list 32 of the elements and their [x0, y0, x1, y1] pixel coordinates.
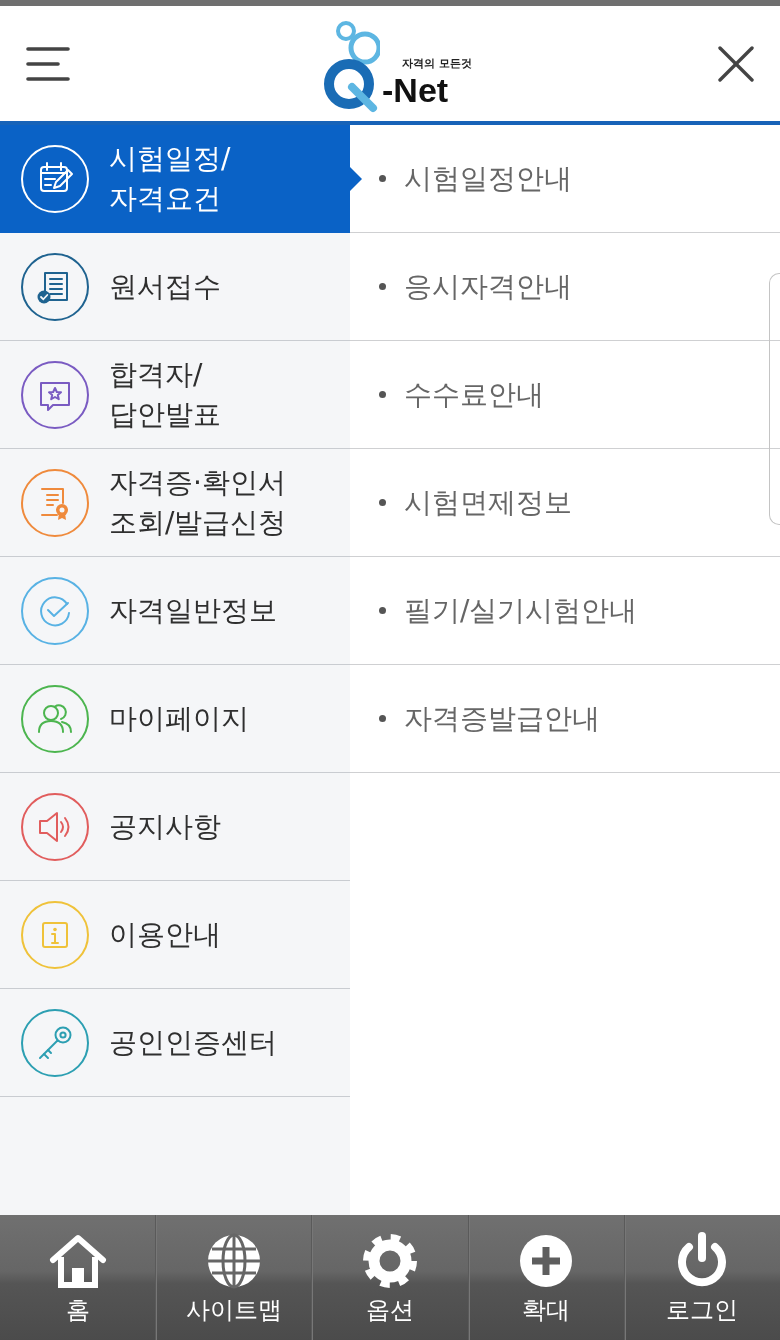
- menu-item[interactable]: 공지사항: [0, 773, 350, 880]
- bullet-icon: [379, 175, 386, 182]
- logo-wordmark: -Net: [382, 72, 449, 108]
- submenu-link[interactable]: 필기/실기시험안내: [379, 591, 638, 630]
- menu-item[interactable]: 자격일반정보: [0, 557, 350, 664]
- nav-button[interactable]: 확대: [467, 1215, 624, 1340]
- menu-item[interactable]: 자격증·확인서 조회/발급신청: [0, 449, 350, 556]
- submenu-link[interactable]: 수수료안내: [379, 375, 544, 414]
- nav-button[interactable]: 로그인: [623, 1215, 780, 1340]
- menu-item[interactable]: 원서접수: [0, 233, 350, 340]
- nav-button[interactable]: 옵션: [311, 1215, 468, 1340]
- bullet-icon: [379, 391, 386, 398]
- bullet-icon: [379, 715, 386, 722]
- submenu-link[interactable]: 자격증발급안내: [379, 699, 600, 738]
- logo-tagline: 자격의 모든것: [402, 57, 472, 70]
- bullet-icon: [379, 607, 386, 614]
- bullet-icon: [379, 499, 386, 506]
- menu-item[interactable]: 시험일정/ 자격요건: [0, 125, 350, 232]
- close-icon[interactable]: [718, 45, 754, 82]
- menu-item[interactable]: 공인인증센터: [0, 989, 350, 1096]
- menu-item[interactable]: 이용안내: [0, 881, 350, 988]
- submenu-link[interactable]: 응시자격안내: [379, 267, 572, 306]
- logo-icon: [322, 20, 380, 114]
- bullet-icon: [379, 283, 386, 290]
- submenu-link[interactable]: 시험일정안내: [379, 159, 572, 198]
- menu-icon[interactable]: [26, 45, 70, 82]
- menu-item[interactable]: 합격자/ 답안발표: [0, 341, 350, 448]
- pointer-triangle-icon: [350, 167, 362, 191]
- menu-item[interactable]: 마이페이지: [0, 665, 350, 772]
- submenu-link[interactable]: 시험면제정보: [379, 483, 572, 522]
- nav-button[interactable]: 사이트맵: [155, 1215, 312, 1340]
- nav-button[interactable]: 홈: [0, 1215, 156, 1340]
